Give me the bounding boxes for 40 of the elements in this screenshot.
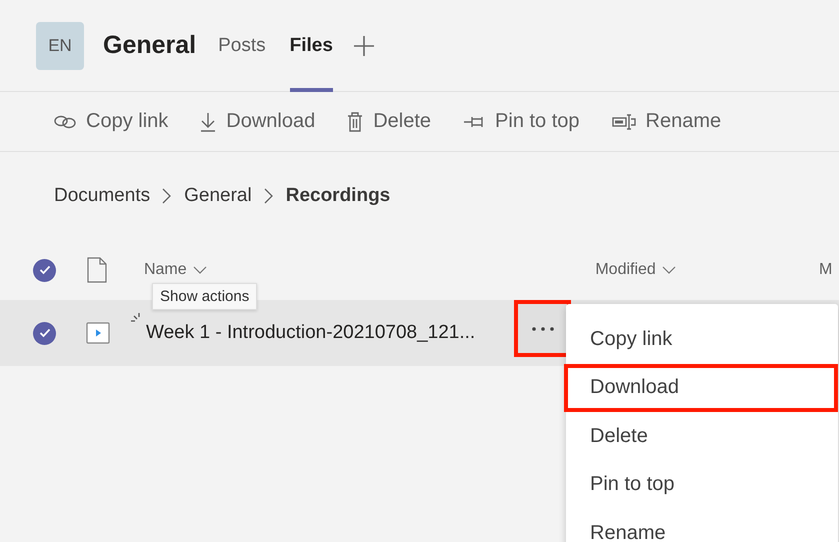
chevron-down-icon [192,266,207,274]
column-header[interactable]: M [819,261,839,279]
more-icon [530,326,554,332]
video-file-icon [86,322,110,344]
channel-title: General [103,31,196,60]
chevron-right-icon [162,188,172,204]
link-icon [54,114,76,128]
toolbar-button[interactable]: Copy link [54,110,168,133]
add-tab-icon[interactable] [352,34,375,56]
menu-item[interactable]: Delete [566,412,838,460]
breadcrumb-link[interactable]: General [184,185,252,207]
toolbar-button[interactable]: Download [200,110,316,133]
toolbar-button[interactable]: Delete [347,110,432,133]
chevron-down-icon [662,266,676,274]
checkmark-icon [38,328,50,338]
menu-item[interactable]: Copy link [566,315,838,364]
row-checkbox[interactable] [33,322,56,344]
column-header[interactable]: Modified [595,261,820,279]
channel-tab[interactable]: Posts [218,0,266,92]
channel-tab[interactable]: Files [290,0,333,92]
file-type-icon [87,257,107,283]
toolbar-button[interactable]: Rename [612,110,722,133]
breadcrumb-link[interactable]: Recordings [286,185,390,207]
toolbar-button[interactable]: Pin to top [463,110,580,133]
rename-icon [612,114,636,130]
select-all-checkbox[interactable] [33,258,56,282]
file-name[interactable]: Week 1 - Introduction-20210708_121... [146,322,514,344]
trash-icon [347,112,364,132]
menu-item[interactable]: Rename [566,509,838,542]
team-avatar: EN [36,22,84,70]
pin-icon [463,114,486,128]
more-actions-button[interactable] [514,300,571,357]
menu-item[interactable]: Download [564,364,838,412]
tooltip: Show actions [152,283,258,310]
menu-item[interactable]: Pin to top [566,460,838,509]
breadcrumb-link[interactable]: Documents [54,185,150,207]
column-header[interactable]: Name [144,261,596,279]
checkmark-icon [38,265,50,275]
download-icon [200,112,216,132]
chevron-right-icon [264,188,274,204]
